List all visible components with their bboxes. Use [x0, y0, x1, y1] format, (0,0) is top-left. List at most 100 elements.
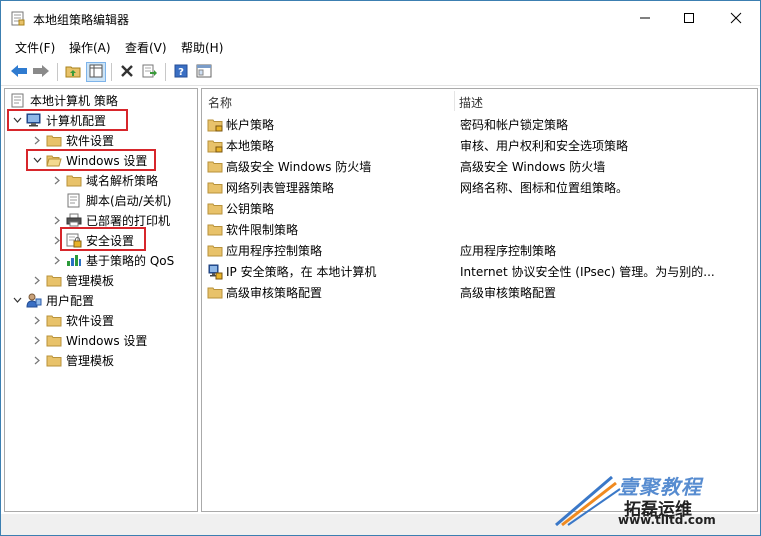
minimize-icon: [639, 12, 651, 24]
watermark-text-3: www.tlltd.com: [618, 513, 716, 527]
minimize-button[interactable]: [622, 1, 668, 35]
chevron-right-icon[interactable]: [30, 270, 44, 290]
menu-view[interactable]: 查看(V): [125, 39, 167, 56]
properties-button[interactable]: [194, 62, 214, 82]
list-item-description: 密码和帐户锁定策略: [460, 118, 569, 132]
list-item-description: 审核、用户权利和安全选项策略: [460, 139, 629, 153]
folder-icon: [207, 285, 223, 301]
chevron-right-icon[interactable]: [50, 250, 64, 270]
list-item-name: 本地策略: [226, 139, 275, 153]
menu-file[interactable]: 文件(F): [15, 39, 55, 56]
tree-node-dns-policy[interactable]: 域名解析策略: [50, 170, 158, 190]
tree-node-user-windows-settings[interactable]: Windows 设置: [30, 330, 147, 350]
printer-icon: [66, 212, 82, 228]
close-button[interactable]: [713, 1, 759, 35]
tree-label: 管理模板: [66, 273, 115, 288]
maximize-button[interactable]: [666, 1, 712, 35]
toolbar: ?: [1, 58, 760, 86]
help-button[interactable]: ?: [171, 62, 191, 82]
tree-label: 域名解析策略: [86, 173, 159, 188]
window-title: 本地组策略编辑器: [33, 13, 130, 27]
folder-icon: [207, 201, 223, 217]
watermark: 壹聚教程 拓磊运维 www.tlltd.com: [552, 469, 752, 529]
chevron-right-icon[interactable]: [30, 330, 44, 350]
folder-icon: [46, 312, 62, 328]
forward-button[interactable]: [31, 62, 51, 82]
tree-label: 软件设置: [66, 313, 115, 328]
list-item-advanced-audit[interactable]: 高级审核策略配置 高级审核策略配置: [207, 282, 752, 303]
folder-icon: [46, 332, 62, 348]
chevron-right-icon[interactable]: [30, 130, 44, 150]
chevron-down-icon[interactable]: [10, 290, 24, 310]
ipsec-icon: [207, 264, 223, 280]
locked-folder-icon: [207, 138, 223, 154]
tree-node-qos[interactable]: 基于策略的 QoS: [50, 250, 174, 270]
properties-icon: [196, 64, 212, 81]
list-pane: 名称 描述 帐户策略 密码和帐户锁定策略 本地策略 审核、用户权利和安全选项策略…: [201, 88, 758, 512]
column-header-name[interactable]: 名称: [208, 94, 232, 111]
back-arrow-icon: [10, 64, 28, 81]
folder-icon: [46, 132, 62, 148]
tree-node-user-software-settings[interactable]: 软件设置: [30, 310, 114, 330]
delete-icon: [120, 64, 134, 81]
policy-document-icon: [10, 92, 26, 108]
folder-icon: [66, 172, 82, 188]
menu-action[interactable]: 操作(A): [69, 39, 111, 56]
list-item-description: 高级审核策略配置: [460, 286, 557, 300]
tree-label: 本地计算机 策略: [30, 93, 118, 108]
list-item-local-policy[interactable]: 本地策略 审核、用户权利和安全选项策略: [207, 135, 752, 156]
menu-help[interactable]: 帮助(H): [181, 39, 223, 56]
script-icon: [66, 192, 82, 208]
list-item-name: 网络列表管理器策略: [226, 181, 335, 195]
list-item-app-control[interactable]: 应用程序控制策略 应用程序控制策略: [207, 240, 752, 261]
list-item-software-restriction[interactable]: 软件限制策略: [207, 219, 752, 240]
show-hide-tree-icon: [89, 64, 103, 81]
tree-label: Windows 设置: [66, 333, 148, 348]
show-hide-tree-button[interactable]: [86, 62, 106, 82]
folder-icon: [207, 159, 223, 175]
tree-label: 软件设置: [66, 133, 115, 148]
list-item-firewall[interactable]: 高级安全 Windows 防火墙 高级安全 Windows 防火墙: [207, 156, 752, 177]
list-item-description: Internet 协议安全性 (IPsec) 管理。为与别的...: [460, 265, 715, 279]
chevron-right-icon[interactable]: [30, 310, 44, 330]
list-item-account-policy[interactable]: 帐户策略 密码和帐户锁定策略: [207, 114, 752, 135]
export-list-button[interactable]: [140, 62, 160, 82]
tree-node-admin-templates[interactable]: 管理模板: [30, 270, 114, 290]
forward-arrow-icon: [32, 64, 50, 81]
maximize-icon: [683, 12, 695, 24]
group-policy-editor-window: 本地组策略编辑器 文件(F) 操作(A) 查看(V) 帮助(H) ? 本地计算机…: [0, 0, 761, 536]
tree-root[interactable]: 本地计算机 策略: [10, 90, 118, 110]
back-button[interactable]: [9, 62, 29, 82]
tree-node-user-config[interactable]: 用户配置: [10, 290, 94, 310]
watermark-logo-icon: [552, 473, 622, 532]
list-item-ip-security[interactable]: IP 安全策略，在 本地计算机 Internet 协议安全性 (IPsec) 管…: [207, 261, 752, 282]
list-item-name: 高级审核策略配置: [226, 286, 323, 300]
highlight-security-settings: [60, 227, 146, 251]
tree-node-user-admin-templates[interactable]: 管理模板: [30, 350, 114, 370]
list-item-network-list-manager[interactable]: 网络列表管理器策略 网络名称、图标和位置组策略。: [207, 177, 752, 198]
highlight-computer-config: [7, 109, 128, 131]
tree-label: 已部署的打印机: [86, 213, 171, 228]
toolbar-separator: [57, 63, 58, 81]
chart-icon: [66, 252, 82, 268]
column-header-description[interactable]: 描述: [459, 94, 483, 111]
toolbar-separator: [111, 63, 112, 81]
chevron-right-icon[interactable]: [50, 170, 64, 190]
folder-icon: [207, 222, 223, 238]
locked-folder-icon: [207, 117, 223, 133]
list-item-public-key-policy[interactable]: 公钥策略: [207, 198, 752, 219]
delete-button[interactable]: [117, 62, 137, 82]
tree-pane: 本地计算机 策略 计算机配置 软件设置 Windows 设置 域名解析策略 脚本…: [4, 88, 198, 512]
chevron-right-icon[interactable]: [30, 350, 44, 370]
list-item-description: 应用程序控制策略: [460, 244, 557, 258]
list-item-name: 帐户策略: [226, 118, 275, 132]
export-list-icon: [142, 64, 158, 81]
list-item-name: 高级安全 Windows 防火墙: [226, 160, 372, 174]
svg-text:?: ?: [178, 67, 184, 78]
list-item-name: 应用程序控制策略: [226, 244, 323, 258]
column-divider[interactable]: [454, 91, 455, 111]
tree-node-scripts[interactable]: 脚本(启动/关机): [66, 190, 171, 210]
folder-icon: [46, 352, 62, 368]
up-level-button[interactable]: [63, 62, 83, 82]
tree-node-software-settings[interactable]: 软件设置: [30, 130, 114, 150]
